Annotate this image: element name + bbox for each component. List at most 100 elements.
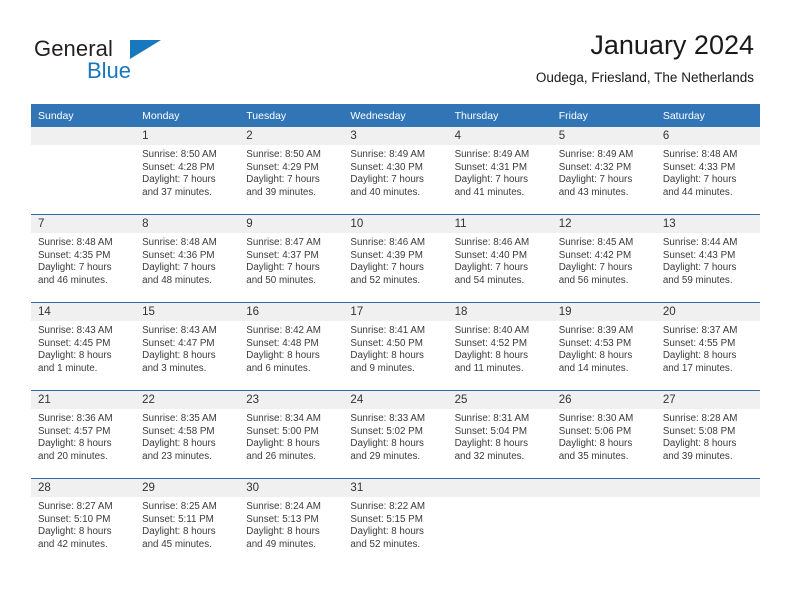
day-detail-daylight2: and 43 minutes.: [558, 186, 629, 198]
generalblue-logo: General Blue: [34, 36, 244, 88]
day-detail-sunrise: Sunrise: 8:24 AM: [246, 501, 321, 512]
day-cell-inner: 3 Sunrise: 8:49 AM Sunset: 4:30 PM Daylight…: [343, 127, 448, 214]
day-number: 24: [343, 391, 448, 409]
day-detail-sunrise: Sunrise: 8:48 AM: [662, 149, 738, 160]
logo-text-blue: Blue: [87, 58, 132, 83]
day-detail-daylight1: Daylight: 7 hours: [454, 262, 529, 274]
day-detail-sunrise: Sunrise: 8:43 AM: [142, 325, 217, 336]
calendar-day-cell[interactable]: 1 Sunrise: 8:50 AM Sunset: 4:28 PM Daylight…: [135, 127, 240, 215]
calendar-day-cell[interactable]: 9 Sunrise: 8:47 AM Sunset: 4:37 PM Daylight…: [239, 214, 344, 303]
day-cell-inner: 18 Sunrise: 8:40 AM Sunset: 4:52 PM Dayligh…: [447, 303, 552, 390]
day-detail-sunset: Sunset: 4:58 PM: [142, 425, 215, 437]
calendar-day-cell: [31, 127, 136, 215]
day-detail-sunset: Sunset: 5:10 PM: [38, 513, 111, 525]
calendar-day-cell[interactable]: 23 Sunrise: 8:34 AM Sunset: 5:00 PM Dayligh…: [239, 390, 344, 479]
day-detail-sunset: Sunset: 5:15 PM: [350, 513, 423, 525]
day-details: Sunrise: 8:24 AM Sunset: 5:13 PM Daylight:…: [239, 497, 343, 551]
day-details: Sunrise: 8:37 AM Sunset: 4:55 PM Daylight:…: [656, 321, 760, 375]
day-number: 11: [447, 215, 552, 233]
calendar-day-cell[interactable]: 6 Sunrise: 8:48 AM Sunset: 4:33 PM Daylight…: [655, 127, 760, 215]
day-cell-inner: 20 Sunrise: 8:37 AM Sunset: 4:55 PM Dayligh…: [655, 303, 760, 390]
calendar-day-cell[interactable]: 14 Sunrise: 8:43 AM Sunset: 4:45 PM Dayligh…: [31, 302, 136, 391]
calendar-day-cell: [551, 478, 656, 566]
calendar-day-cell[interactable]: 31 Sunrise: 8:22 AM Sunset: 5:15 PM Dayligh…: [343, 478, 448, 566]
calendar-day-cell[interactable]: 7 Sunrise: 8:48 AM Sunset: 4:35 PM Daylight…: [31, 214, 136, 303]
day-detail-sunrise: Sunrise: 8:48 AM: [38, 237, 113, 248]
day-details: Sunrise: 8:36 AM Sunset: 4:57 PM Daylight:…: [31, 409, 135, 463]
day-detail-sunset: Sunset: 4:53 PM: [558, 337, 632, 349]
calendar-week-row: 1 Sunrise: 8:50 AM Sunset: 4:28 PM Daylight…: [31, 127, 760, 215]
day-details: Sunrise: 8:27 AM Sunset: 5:10 PM Daylight:…: [31, 497, 135, 551]
day-number: 5: [551, 127, 656, 145]
day-detail-daylight1: Daylight: 8 hours: [662, 438, 737, 450]
calendar-day-cell[interactable]: 5 Sunrise: 8:49 AM Sunset: 4:32 PM Daylight…: [551, 127, 656, 215]
page-title: January 2024: [590, 30, 754, 60]
calendar-day-cell[interactable]: 3 Sunrise: 8:49 AM Sunset: 4:30 PM Daylight…: [343, 127, 448, 215]
day-detail-sunrise: Sunrise: 8:36 AM: [38, 413, 113, 424]
day-number: 18: [447, 303, 552, 321]
day-detail-sunset: Sunset: 4:33 PM: [662, 161, 736, 173]
day-details: Sunrise: 8:48 AM Sunset: 4:35 PM Daylight:…: [31, 233, 135, 287]
calendar-day-cell[interactable]: 22 Sunrise: 8:35 AM Sunset: 4:58 PM Dayligh…: [135, 390, 240, 479]
day-detail-sunrise: Sunrise: 8:47 AM: [246, 237, 321, 248]
calendar-day-cell[interactable]: 28 Sunrise: 8:27 AM Sunset: 5:10 PM Dayligh…: [31, 478, 136, 566]
day-number: 26: [551, 391, 656, 409]
calendar-day-cell[interactable]: 21 Sunrise: 8:36 AM Sunset: 4:57 PM Dayligh…: [31, 390, 136, 479]
day-detail-sunset: Sunset: 4:35 PM: [38, 249, 111, 261]
day-detail-sunrise: Sunrise: 8:40 AM: [454, 325, 530, 336]
day-details: Sunrise: 8:34 AM Sunset: 5:00 PM Daylight:…: [239, 409, 343, 463]
calendar-day-cell[interactable]: 25 Sunrise: 8:31 AM Sunset: 5:04 PM Dayligh…: [447, 390, 552, 479]
day-detail-sunrise: Sunrise: 8:28 AM: [662, 413, 738, 424]
day-detail-sunset: Sunset: 4:40 PM: [454, 249, 527, 261]
calendar-day-cell[interactable]: 26 Sunrise: 8:30 AM Sunset: 5:06 PM Dayligh…: [551, 390, 656, 479]
day-detail-daylight2: and 39 minutes.: [246, 186, 316, 198]
day-cell-inner: [655, 479, 760, 566]
calendar-day-cell[interactable]: 15 Sunrise: 8:43 AM Sunset: 4:47 PM Dayligh…: [135, 302, 240, 391]
weekday-header-thursday: Thursday: [447, 104, 552, 127]
calendar-header-row: Sunday Monday Tuesday Wednesday Thursday…: [31, 104, 760, 127]
day-number: 13: [655, 215, 760, 233]
day-detail-sunset: Sunset: 4:42 PM: [558, 249, 632, 261]
day-number: [447, 479, 552, 497]
day-detail-daylight2: and 50 minutes.: [246, 274, 316, 286]
calendar-day-cell[interactable]: 13 Sunrise: 8:44 AM Sunset: 4:43 PM Dayligh…: [655, 214, 760, 303]
day-details: Sunrise: 8:42 AM Sunset: 4:48 PM Daylight:…: [239, 321, 343, 375]
calendar-day-cell[interactable]: 30 Sunrise: 8:24 AM Sunset: 5:13 PM Dayligh…: [239, 478, 344, 566]
day-number: 17: [343, 303, 448, 321]
day-number: [31, 127, 136, 145]
day-detail-sunrise: Sunrise: 8:22 AM: [350, 501, 426, 512]
day-details: Sunrise: 8:47 AM Sunset: 4:37 PM Daylight:…: [239, 233, 343, 287]
day-detail-sunrise: Sunrise: 8:33 AM: [350, 413, 426, 424]
calendar-day-cell[interactable]: 4 Sunrise: 8:49 AM Sunset: 4:31 PM Daylight…: [447, 127, 552, 215]
calendar-day-cell[interactable]: 2 Sunrise: 8:50 AM Sunset: 4:29 PM Daylight…: [239, 127, 344, 215]
day-number: 29: [135, 479, 240, 497]
calendar-day-cell[interactable]: 10 Sunrise: 8:46 AM Sunset: 4:39 PM Dayligh…: [343, 214, 448, 303]
day-detail-sunrise: Sunrise: 8:39 AM: [558, 325, 634, 336]
day-cell-inner: 1 Sunrise: 8:50 AM Sunset: 4:28 PM Daylight…: [135, 127, 240, 214]
day-cell-inner: 5 Sunrise: 8:49 AM Sunset: 4:32 PM Daylight…: [551, 127, 656, 214]
logo-triangle-icon: [130, 40, 161, 59]
calendar-day-cell[interactable]: 12 Sunrise: 8:45 AM Sunset: 4:42 PM Dayligh…: [551, 214, 656, 303]
day-detail-sunset: Sunset: 4:47 PM: [142, 337, 215, 349]
calendar-day-cell[interactable]: 16 Sunrise: 8:42 AM Sunset: 4:48 PM Dayligh…: [239, 302, 344, 391]
day-detail-daylight2: and 46 minutes.: [38, 274, 108, 286]
calendar-day-cell[interactable]: 18 Sunrise: 8:40 AM Sunset: 4:52 PM Dayligh…: [447, 302, 552, 391]
day-cell-inner: 16 Sunrise: 8:42 AM Sunset: 4:48 PM Dayligh…: [239, 303, 344, 390]
day-cell-inner: 31 Sunrise: 8:22 AM Sunset: 5:15 PM Dayligh…: [343, 479, 448, 566]
calendar-day-cell[interactable]: 27 Sunrise: 8:28 AM Sunset: 5:08 PM Dayligh…: [655, 390, 760, 479]
calendar-day-cell[interactable]: 20 Sunrise: 8:37 AM Sunset: 4:55 PM Dayligh…: [655, 302, 760, 391]
day-details: Sunrise: 8:43 AM Sunset: 4:47 PM Daylight:…: [135, 321, 239, 375]
day-cell-inner: 13 Sunrise: 8:44 AM Sunset: 4:43 PM Dayligh…: [655, 215, 760, 302]
calendar-day-cell[interactable]: 29 Sunrise: 8:25 AM Sunset: 5:11 PM Dayligh…: [135, 478, 240, 566]
day-details: Sunrise: 8:44 AM Sunset: 4:43 PM Daylight:…: [656, 233, 760, 287]
day-detail-daylight2: and 45 minutes.: [142, 538, 212, 550]
day-number: 15: [135, 303, 240, 321]
calendar-day-cell[interactable]: 19 Sunrise: 8:39 AM Sunset: 4:53 PM Dayligh…: [551, 302, 656, 391]
calendar-day-cell[interactable]: 17 Sunrise: 8:41 AM Sunset: 4:50 PM Dayligh…: [343, 302, 448, 391]
calendar-day-cell[interactable]: 11 Sunrise: 8:46 AM Sunset: 4:40 PM Dayligh…: [447, 214, 552, 303]
day-detail-daylight2: and 59 minutes.: [662, 274, 733, 286]
calendar-page: General Blue January 2024 Oudega, Friesl…: [0, 0, 792, 612]
day-detail-daylight2: and 52 minutes.: [350, 538, 421, 550]
calendar-day-cell[interactable]: 24 Sunrise: 8:33 AM Sunset: 5:02 PM Dayligh…: [343, 390, 448, 479]
calendar-day-cell[interactable]: 8 Sunrise: 8:48 AM Sunset: 4:36 PM Daylight…: [135, 214, 240, 303]
